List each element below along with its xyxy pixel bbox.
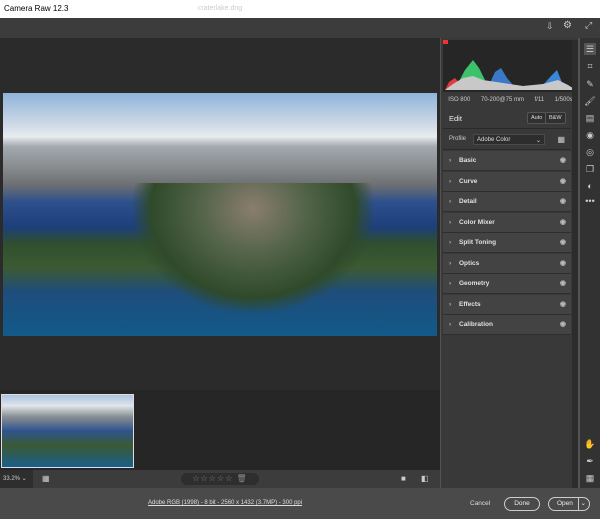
gear-icon[interactable]: ⚙ — [563, 20, 572, 31]
auto-button[interactable]: Auto — [527, 112, 547, 124]
brush-icon[interactable]: 🖌 — [584, 95, 596, 107]
histogram — [443, 40, 578, 92]
grid-icon[interactable]: ▦ — [584, 472, 596, 484]
panel-color-mixer[interactable]: › Color Mixer ◉ — [443, 212, 571, 233]
profile-browser-icon[interactable]: ▦ — [557, 135, 565, 144]
visibility-eye-icon[interactable]: ◉ — [560, 300, 566, 308]
panel-label: Effects — [459, 300, 481, 308]
chevron-right-icon: › — [449, 280, 452, 287]
done-button[interactable]: Done — [504, 497, 540, 511]
before-after-icon[interactable]: ■ — [401, 474, 406, 483]
trash-icon[interactable]: 🗑 — [236, 474, 247, 483]
chevron-down-icon: ⌄ — [535, 138, 541, 144]
edit-title: Edit — [449, 114, 462, 123]
chevron-right-icon: › — [449, 239, 452, 246]
compare-icon[interactable]: ◧ — [421, 474, 429, 483]
hand-icon[interactable]: ✋ — [584, 438, 596, 450]
camera-info: ISO 800 70-200@75 mm f/11 1/500s — [443, 94, 578, 106]
save-icon[interactable]: ⇩ — [546, 21, 554, 32]
panel-calibration[interactable]: › Calibration ◉ — [443, 315, 571, 335]
zoom-select[interactable]: 33.2% ⌄ — [0, 470, 33, 488]
panel-curve[interactable]: › Curve ◉ — [443, 171, 571, 192]
panel-label: Split Toning — [459, 239, 497, 246]
shutter: 1/500s — [554, 97, 573, 103]
lens: 70-200@75 mm — [480, 97, 524, 103]
fullscreen-icon[interactable]: ⤢ — [585, 20, 592, 31]
panel-optics[interactable]: › Optics ◉ — [443, 253, 571, 274]
open-label: Open — [557, 500, 573, 507]
more-icon[interactable]: ••• — [584, 195, 596, 207]
visibility-eye-icon[interactable]: ◉ — [560, 177, 566, 185]
panel-basic[interactable]: › Basic ◉ — [443, 151, 571, 171]
open-button[interactable]: Open ⌄ — [548, 497, 590, 511]
filmstrip-thumbnail[interactable] — [1, 394, 134, 468]
red-eye-icon[interactable]: ◎ — [584, 146, 596, 158]
bw-button[interactable]: B&W — [545, 112, 566, 124]
iso: ISO 800 — [448, 97, 471, 103]
edit-sliders-icon[interactable]: ☰ — [584, 43, 596, 55]
panel-scrollbar[interactable] — [572, 40, 578, 488]
healing-icon[interactable]: ✎ — [584, 78, 596, 90]
profile-row: Profile Adobe Color ⌄ ▦ — [443, 130, 571, 150]
gradient-icon[interactable]: ▤ — [584, 112, 596, 124]
chevron-right-icon: › — [449, 300, 452, 308]
profile-select[interactable]: Adobe Color ⌄ — [473, 134, 545, 145]
panel-label: Geometry — [459, 280, 490, 287]
star-rating[interactable]: ☆☆☆☆☆ 🗑 — [181, 473, 259, 485]
visibility-eye-icon[interactable]: ◉ — [560, 320, 566, 328]
profile-label: Profile — [449, 136, 467, 142]
cancel-button[interactable]: Cancel — [470, 500, 490, 507]
chevron-right-icon: › — [449, 198, 452, 205]
panel-label: Detail — [459, 198, 477, 205]
visibility-eye-icon[interactable]: ◉ — [560, 238, 566, 246]
edit-header: Edit Auto B&W — [443, 109, 571, 129]
panel-effects[interactable]: › Effects ◉ — [443, 294, 571, 315]
visibility-eye-icon[interactable]: ◉ — [560, 259, 566, 267]
chevron-right-icon: › — [449, 321, 452, 328]
presets-icon[interactable]: ◐ — [584, 180, 596, 192]
chevron-down-icon[interactable]: ⌄ — [577, 498, 586, 510]
preview-image[interactable] — [3, 93, 437, 336]
panel-detail[interactable]: › Detail ◉ — [443, 192, 571, 212]
snapshots-icon[interactable]: ❐ — [584, 163, 596, 175]
panel-label: Curve — [459, 177, 478, 185]
file-name: craterlake.dng — [197, 5, 243, 12]
profile-value: Adobe Color — [477, 137, 511, 143]
visibility-eye-icon[interactable]: ◉ — [560, 218, 566, 226]
panel-label: Calibration — [459, 321, 493, 328]
visibility-eye-icon[interactable]: ◉ — [560, 279, 566, 287]
tool-strip: ☰ ⌗ ✎ 🖌 ▤ ◉ ◎ ❐ ◐ ••• ✋ ✒ ▦ — [580, 38, 600, 488]
panel-label: Basic — [459, 157, 477, 164]
aperture: f/11 — [534, 97, 545, 103]
top-toolbar — [0, 18, 600, 38]
island-shape — [133, 183, 373, 313]
crop-icon[interactable]: ⌗ — [584, 60, 596, 72]
zoom-value: 33.2% — [3, 476, 21, 482]
chevron-right-icon: › — [449, 218, 452, 226]
filmstrip-toggle-icon[interactable]: ▦ — [42, 474, 50, 483]
panel-geometry[interactable]: › Geometry ◉ — [443, 274, 571, 294]
panel-split-toning[interactable]: › Split Toning ◉ — [443, 233, 571, 253]
chevron-right-icon: › — [449, 259, 452, 267]
chevron-right-icon: › — [449, 177, 452, 185]
shadow-clip-icon — [443, 40, 448, 44]
visibility-eye-icon[interactable]: ◉ — [560, 197, 566, 205]
workflow-options-link[interactable]: Adobe RGB (1998) - 8 bit - 2560 x 1432 (… — [148, 500, 302, 506]
radial-filter-icon[interactable]: ◉ — [584, 129, 596, 141]
panel-label: Color Mixer — [459, 218, 495, 226]
panel-label: Optics — [459, 259, 480, 267]
eyedropper-icon[interactable]: ✒ — [584, 455, 596, 467]
chevron-right-icon: › — [449, 157, 452, 164]
visibility-eye-icon[interactable]: ◉ — [560, 156, 566, 164]
